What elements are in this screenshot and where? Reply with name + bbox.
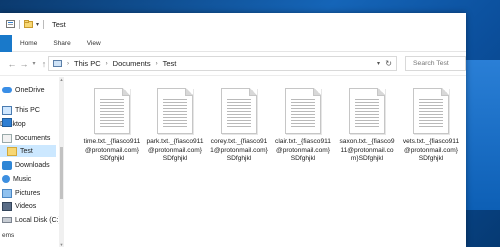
tab-home[interactable]: Home: [20, 40, 37, 47]
sidebar-item-downloads[interactable]: Downloads: [0, 159, 50, 171]
file-item[interactable]: vets.txt._{fiasco911@protonmail.com}SDfg…: [402, 88, 460, 164]
properties-icon[interactable]: [6, 20, 15, 28]
desktop-icon: [2, 118, 12, 127]
sidebar-item-label: Test: [20, 147, 33, 155]
desktop-light-beam: [460, 60, 500, 210]
drive-icon: [2, 217, 12, 223]
file-item[interactable]: time.txt._{fiasco911@protonmail.com}SDfg…: [83, 88, 141, 164]
text-document-icon: [221, 88, 257, 134]
sidebar-item-videos[interactable]: Videos: [0, 200, 36, 212]
breadcrumb-this-pc[interactable]: This PC: [74, 59, 101, 68]
sidebar-item-label: Documents: [15, 134, 51, 142]
download-icon: [2, 160, 12, 170]
file-name: vets.txt._{fiasco911@protonmail.com}SDfg…: [402, 138, 460, 162]
scrollbar-thumb[interactable]: [60, 147, 63, 199]
forward-arrow-icon[interactable]: →: [18, 59, 30, 69]
sidebar-item-music[interactable]: Music: [0, 173, 31, 185]
sidebar-item-documents[interactable]: Documents: [0, 132, 50, 144]
refresh-icon[interactable]: ↻: [385, 59, 392, 68]
new-folder-icon[interactable]: [24, 20, 33, 28]
search-placeholder: Search Test: [413, 60, 449, 67]
sidebar-item-local-disk[interactable]: Local Disk (C:): [0, 214, 61, 226]
text-document-icon: [349, 88, 385, 134]
address-history-chevron-icon[interactable]: ▾: [377, 60, 380, 67]
file-explorer-window: ▾ Test Home Share View ← → ▾ ↑ › This PC…: [0, 13, 466, 247]
text-document-icon: [285, 88, 321, 134]
computer-icon: [2, 105, 12, 115]
file-name: corey.txt._{fiasco911@protonmail.com}SDf…: [210, 138, 268, 162]
title-bar: ▾ Test: [0, 13, 466, 35]
sidebar-item-label: Videos: [15, 202, 37, 210]
sidebar-item-label: Local Disk (C:): [15, 216, 61, 224]
breadcrumb-documents[interactable]: Documents: [113, 59, 151, 68]
videos-icon: [2, 201, 12, 211]
file-name: park.txt._{fiasco911@protonmail.com}SDfg…: [146, 138, 204, 162]
breadcrumb-separator-icon[interactable]: ›: [106, 61, 108, 67]
file-name: clair.txt._{fiasco911@protonmail.com}SDf…: [275, 138, 331, 162]
tab-share[interactable]: Share: [53, 40, 70, 47]
file-item[interactable]: corey.txt._{fiasco911@protonmail.com}SDf…: [210, 88, 268, 164]
text-document-icon: [413, 88, 449, 134]
address-bar[interactable]: › This PC › Documents › Test ▾ ↻: [48, 56, 397, 71]
file-item[interactable]: park.txt._{fiasco911@protonmail.com}SDfg…: [146, 88, 204, 164]
search-input[interactable]: Search Test: [405, 56, 466, 71]
ribbon-tabs: Home Share View: [0, 34, 466, 52]
quick-access-separator: [19, 19, 20, 29]
file-list-pane[interactable]: time.txt._{fiasco911@protonmail.com}SDfg…: [66, 77, 466, 247]
scroll-up-arrow-icon[interactable]: ▲: [59, 77, 64, 82]
onedrive-icon: [2, 87, 12, 93]
navigation-pane-scrollbar[interactable]: ▲ ▼: [59, 77, 64, 247]
file-item[interactable]: clair.txt._{fiasco911@protonmail.com}SDf…: [274, 88, 332, 164]
tab-file[interactable]: [0, 34, 12, 52]
sidebar-item-label: Music: [13, 175, 32, 183]
folder-icon: [7, 146, 17, 156]
documents-icon: [2, 133, 12, 143]
breadcrumb-test[interactable]: Test: [163, 59, 177, 68]
text-document-icon: [94, 88, 130, 134]
music-icon: [2, 175, 10, 183]
pictures-icon: [2, 188, 12, 198]
title-separator: [43, 19, 45, 29]
sidebar-item-label: This PC: [15, 106, 40, 114]
status-bar-item-count: ems: [2, 232, 15, 239]
tab-view[interactable]: View: [87, 40, 101, 47]
breadcrumb-separator-icon[interactable]: ›: [67, 61, 69, 67]
sidebar-item-onedrive[interactable]: OneDrive: [0, 84, 45, 96]
text-document-icon: [157, 88, 193, 134]
scroll-down-arrow-icon[interactable]: ▼: [59, 242, 64, 247]
sidebar-item-desktop[interactable]: Desktop: [0, 118, 26, 130]
sidebar-item-pictures[interactable]: Pictures: [0, 187, 40, 199]
window-title: Test: [52, 19, 66, 29]
navigation-pane: OneDrive This PC Desktop Documents Test …: [0, 77, 64, 247]
customize-toolbar-chevron-icon[interactable]: ▾: [36, 21, 39, 28]
sidebar-item-label: OneDrive: [15, 86, 45, 94]
sidebar-item-this-pc[interactable]: This PC: [0, 104, 40, 116]
this-pc-icon: [53, 60, 62, 67]
recent-locations-chevron-icon[interactable]: ▾: [30, 60, 38, 67]
file-item[interactable]: saxon.txt._{fiasco911@protonmail.com}SDf…: [338, 88, 396, 164]
file-name: saxon.txt._{fiasco911@protonmail.com}SDf…: [339, 138, 395, 162]
breadcrumb-separator-icon[interactable]: ›: [156, 61, 158, 67]
sidebar-item-test[interactable]: Test: [0, 145, 56, 157]
file-name: time.txt._{fiasco911@protonmail.com}SDfg…: [83, 138, 141, 162]
sidebar-item-label: Downloads: [15, 161, 50, 169]
sidebar-item-label: Pictures: [15, 189, 41, 197]
navigation-bar: ← → ▾ ↑ › This PC › Documents › Test ▾ ↻…: [0, 52, 466, 76]
back-arrow-icon[interactable]: ←: [6, 59, 18, 69]
